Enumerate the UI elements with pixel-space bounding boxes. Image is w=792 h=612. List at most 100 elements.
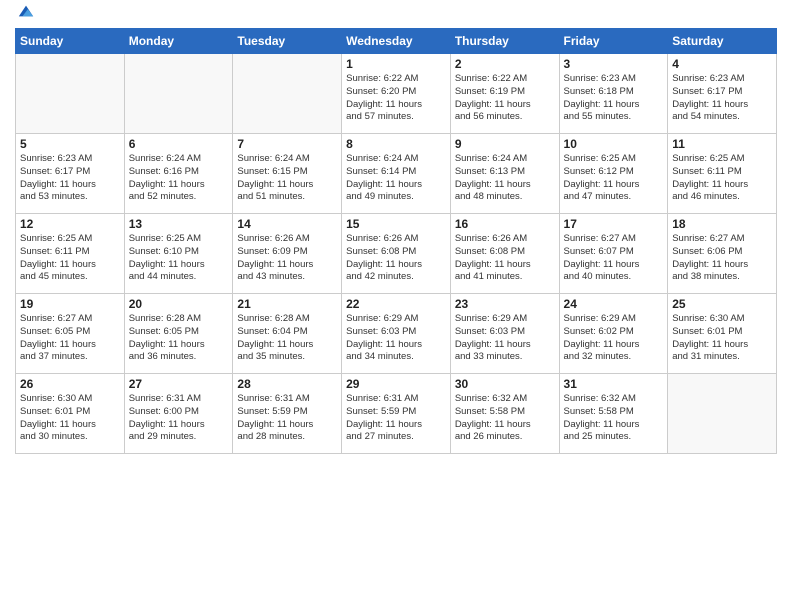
calendar-cell: 18 Sunrise: 6:27 AM Sunset: 6:06 PM Dayli…	[668, 214, 777, 294]
calendar-cell: 8 Sunrise: 6:24 AM Sunset: 6:14 PM Daylig…	[342, 134, 451, 214]
logo	[15, 10, 35, 20]
day-info: Sunrise: 6:32 AM Sunset: 5:58 PM Dayligh…	[455, 393, 555, 444]
calendar-cell: 16 Sunrise: 6:26 AM Sunset: 6:08 PM Dayli…	[450, 214, 559, 294]
day-number: 16	[455, 217, 555, 231]
day-number: 29	[346, 377, 446, 391]
weekday-header-thursday: Thursday	[450, 29, 559, 54]
day-number: 24	[564, 297, 664, 311]
day-info: Sunrise: 6:22 AM Sunset: 6:19 PM Dayligh…	[455, 73, 555, 124]
day-number: 18	[672, 217, 772, 231]
page: SundayMondayTuesdayWednesdayThursdayFrid…	[0, 0, 792, 612]
day-number: 2	[455, 57, 555, 71]
weekday-header-friday: Friday	[559, 29, 668, 54]
week-row-1: 5Sunrise: 6:23 AM Sunset: 6:17 PM Daylig…	[16, 134, 777, 214]
day-number: 17	[564, 217, 664, 231]
day-info: Sunrise: 6:28 AM Sunset: 6:04 PM Dayligh…	[237, 313, 337, 364]
day-info: Sunrise: 6:22 AM Sunset: 6:20 PM Dayligh…	[346, 73, 446, 124]
day-info: Sunrise: 6:27 AM Sunset: 6:05 PM Dayligh…	[20, 313, 120, 364]
day-number: 11	[672, 137, 772, 151]
day-number: 12	[20, 217, 120, 231]
day-info: Sunrise: 6:30 AM Sunset: 6:01 PM Dayligh…	[20, 393, 120, 444]
day-number: 14	[237, 217, 337, 231]
calendar-cell	[233, 54, 342, 134]
day-number: 13	[129, 217, 229, 231]
calendar-cell: 7Sunrise: 6:24 AM Sunset: 6:15 PM Daylig…	[233, 134, 342, 214]
calendar-cell: 28 Sunrise: 6:31 AM Sunset: 5:59 PM Dayli…	[233, 374, 342, 454]
header	[15, 10, 777, 20]
weekday-header-monday: Monday	[124, 29, 233, 54]
day-number: 27	[129, 377, 229, 391]
calendar-cell	[124, 54, 233, 134]
day-number: 23	[455, 297, 555, 311]
calendar-cell: 15 Sunrise: 6:26 AM Sunset: 6:08 PM Dayli…	[342, 214, 451, 294]
calendar-cell: 10 Sunrise: 6:25 AM Sunset: 6:12 PM Dayli…	[559, 134, 668, 214]
day-number: 26	[20, 377, 120, 391]
day-info: Sunrise: 6:31 AM Sunset: 5:59 PM Dayligh…	[237, 393, 337, 444]
day-info: Sunrise: 6:29 AM Sunset: 6:03 PM Dayligh…	[346, 313, 446, 364]
calendar-cell	[668, 374, 777, 454]
logo-icon	[17, 2, 35, 20]
calendar-cell: 21 Sunrise: 6:28 AM Sunset: 6:04 PM Dayli…	[233, 294, 342, 374]
day-info: Sunrise: 6:32 AM Sunset: 5:58 PM Dayligh…	[564, 393, 664, 444]
day-info: Sunrise: 6:30 AM Sunset: 6:01 PM Dayligh…	[672, 313, 772, 364]
day-info: Sunrise: 6:25 AM Sunset: 6:11 PM Dayligh…	[20, 233, 120, 284]
weekday-header-tuesday: Tuesday	[233, 29, 342, 54]
calendar-cell: 11 Sunrise: 6:25 AM Sunset: 6:11 PM Dayli…	[668, 134, 777, 214]
calendar-cell: 17 Sunrise: 6:27 AM Sunset: 6:07 PM Dayli…	[559, 214, 668, 294]
week-row-4: 26 Sunrise: 6:30 AM Sunset: 6:01 PM Dayli…	[16, 374, 777, 454]
week-row-3: 19Sunrise: 6:27 AM Sunset: 6:05 PM Dayli…	[16, 294, 777, 374]
day-number: 28	[237, 377, 337, 391]
calendar-cell: 13Sunrise: 6:25 AM Sunset: 6:10 PM Dayli…	[124, 214, 233, 294]
calendar-cell: 1 Sunrise: 6:22 AM Sunset: 6:20 PM Daylig…	[342, 54, 451, 134]
day-number: 9	[455, 137, 555, 151]
day-number: 21	[237, 297, 337, 311]
week-row-0: 1 Sunrise: 6:22 AM Sunset: 6:20 PM Daylig…	[16, 54, 777, 134]
day-number: 1	[346, 57, 446, 71]
day-number: 4	[672, 57, 772, 71]
calendar-cell: 26 Sunrise: 6:30 AM Sunset: 6:01 PM Dayli…	[16, 374, 125, 454]
calendar-cell: 24 Sunrise: 6:29 AM Sunset: 6:02 PM Dayli…	[559, 294, 668, 374]
day-info: Sunrise: 6:28 AM Sunset: 6:05 PM Dayligh…	[129, 313, 229, 364]
calendar-cell: 27 Sunrise: 6:31 AM Sunset: 6:00 PM Dayli…	[124, 374, 233, 454]
day-number: 8	[346, 137, 446, 151]
day-number: 3	[564, 57, 664, 71]
day-info: Sunrise: 6:26 AM Sunset: 6:08 PM Dayligh…	[346, 233, 446, 284]
calendar-cell: 29 Sunrise: 6:31 AM Sunset: 5:59 PM Dayli…	[342, 374, 451, 454]
day-number: 31	[564, 377, 664, 391]
day-info: Sunrise: 6:24 AM Sunset: 6:13 PM Dayligh…	[455, 153, 555, 204]
weekday-header-wednesday: Wednesday	[342, 29, 451, 54]
day-info: Sunrise: 6:31 AM Sunset: 5:59 PM Dayligh…	[346, 393, 446, 444]
calendar-cell	[16, 54, 125, 134]
day-number: 7	[237, 137, 337, 151]
day-number: 22	[346, 297, 446, 311]
day-number: 30	[455, 377, 555, 391]
day-number: 25	[672, 297, 772, 311]
day-number: 6	[129, 137, 229, 151]
calendar-cell: 23Sunrise: 6:29 AM Sunset: 6:03 PM Dayli…	[450, 294, 559, 374]
day-info: Sunrise: 6:27 AM Sunset: 6:06 PM Dayligh…	[672, 233, 772, 284]
day-info: Sunrise: 6:25 AM Sunset: 6:11 PM Dayligh…	[672, 153, 772, 204]
day-info: Sunrise: 6:27 AM Sunset: 6:07 PM Dayligh…	[564, 233, 664, 284]
day-info: Sunrise: 6:26 AM Sunset: 6:08 PM Dayligh…	[455, 233, 555, 284]
day-number: 15	[346, 217, 446, 231]
day-info: Sunrise: 6:24 AM Sunset: 6:16 PM Dayligh…	[129, 153, 229, 204]
calendar-cell: 30 Sunrise: 6:32 AM Sunset: 5:58 PM Dayli…	[450, 374, 559, 454]
day-info: Sunrise: 6:23 AM Sunset: 6:17 PM Dayligh…	[20, 153, 120, 204]
calendar-cell: 2 Sunrise: 6:22 AM Sunset: 6:19 PM Daylig…	[450, 54, 559, 134]
calendar-cell: 22 Sunrise: 6:29 AM Sunset: 6:03 PM Dayli…	[342, 294, 451, 374]
week-row-2: 12 Sunrise: 6:25 AM Sunset: 6:11 PM Dayli…	[16, 214, 777, 294]
calendar-cell: 3 Sunrise: 6:23 AM Sunset: 6:18 PM Daylig…	[559, 54, 668, 134]
calendar-cell: 5Sunrise: 6:23 AM Sunset: 6:17 PM Daylig…	[16, 134, 125, 214]
calendar-cell: 25 Sunrise: 6:30 AM Sunset: 6:01 PM Dayli…	[668, 294, 777, 374]
calendar-cell: 31 Sunrise: 6:32 AM Sunset: 5:58 PM Dayli…	[559, 374, 668, 454]
day-info: Sunrise: 6:24 AM Sunset: 6:14 PM Dayligh…	[346, 153, 446, 204]
day-info: Sunrise: 6:31 AM Sunset: 6:00 PM Dayligh…	[129, 393, 229, 444]
day-number: 20	[129, 297, 229, 311]
day-info: Sunrise: 6:23 AM Sunset: 6:18 PM Dayligh…	[564, 73, 664, 124]
day-number: 10	[564, 137, 664, 151]
day-info: Sunrise: 6:25 AM Sunset: 6:12 PM Dayligh…	[564, 153, 664, 204]
weekday-header-row: SundayMondayTuesdayWednesdayThursdayFrid…	[16, 29, 777, 54]
calendar-cell: 19Sunrise: 6:27 AM Sunset: 6:05 PM Dayli…	[16, 294, 125, 374]
logo-text	[15, 10, 35, 20]
day-info: Sunrise: 6:29 AM Sunset: 6:02 PM Dayligh…	[564, 313, 664, 364]
